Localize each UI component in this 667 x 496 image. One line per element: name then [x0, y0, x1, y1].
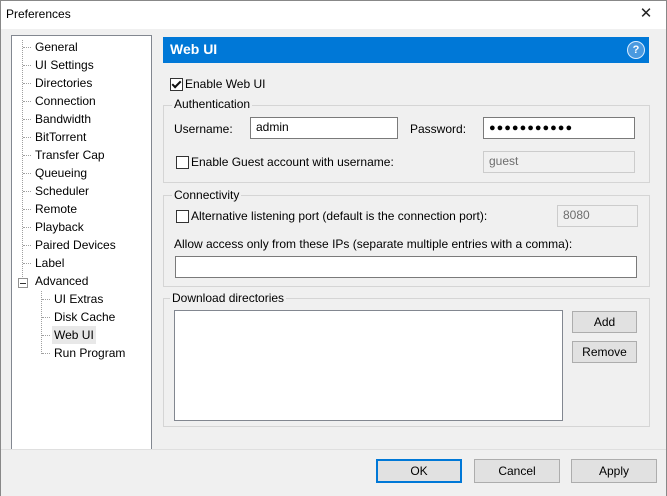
download-directories-list[interactable] — [174, 310, 563, 421]
guest-account-label[interactable]: Enable Guest account with username: — [191, 155, 394, 169]
tree-line — [42, 335, 50, 336]
tree-line — [23, 191, 31, 192]
tree-line — [23, 83, 31, 84]
tree-line — [23, 227, 31, 228]
password-input[interactable]: ●●●●●●●●●●● — [483, 117, 635, 139]
tree-item-disk-cache[interactable]: Disk Cache — [54, 308, 115, 326]
title-bar: Preferences ✕ — [1, 1, 666, 29]
download-directories-title: Download directories — [170, 291, 287, 305]
tree-line — [23, 119, 31, 120]
tree-item-transfer-cap[interactable]: Transfer Cap — [35, 146, 105, 164]
tree-line — [42, 299, 50, 300]
remove-button[interactable]: Remove — [572, 341, 637, 363]
tree-item-ui-settings[interactable]: UI Settings — [35, 56, 94, 74]
username-input[interactable]: admin — [250, 117, 398, 139]
allow-ips-label: Allow access only from these IPs (separa… — [174, 237, 573, 251]
dialog-footer — [1, 449, 666, 496]
authentication-title: Authentication — [172, 97, 253, 111]
enable-webui-label[interactable]: Enable Web UI — [185, 77, 266, 91]
apply-button[interactable]: Apply — [571, 459, 657, 483]
tree-item-paired-devices[interactable]: Paired Devices — [35, 236, 116, 254]
username-label: Username: — [174, 122, 233, 136]
password-label: Password: — [410, 122, 467, 136]
alt-port-checkbox[interactable] — [176, 210, 189, 223]
tree-line — [23, 137, 31, 138]
tree-line — [42, 353, 50, 354]
tree-item-playback[interactable]: Playback — [35, 218, 84, 236]
tree-line — [23, 173, 31, 174]
tree-line — [23, 155, 31, 156]
add-button[interactable]: Add — [572, 311, 637, 333]
tree-item-ui-extras[interactable]: UI Extras — [54, 290, 103, 308]
tree-item-advanced[interactable]: Advanced — [35, 272, 88, 290]
tree-item-web-ui[interactable]: Web UI — [52, 326, 96, 344]
tree-line — [23, 47, 31, 48]
enable-webui-checkbox[interactable] — [170, 78, 183, 91]
tree-item-label[interactable]: Label — [35, 254, 64, 272]
alt-port-input[interactable]: 8080 — [557, 205, 638, 227]
tree-item-directories[interactable]: Directories — [35, 74, 92, 92]
tree-item-general[interactable]: General — [35, 38, 78, 56]
tree-item-bandwidth[interactable]: Bandwidth — [35, 110, 91, 128]
section-header: Web UI ? — [163, 37, 649, 63]
tree-line — [23, 245, 31, 246]
tree-line — [22, 40, 23, 283]
tree-line — [42, 317, 50, 318]
alt-port-label[interactable]: Alternative listening port (default is t… — [191, 209, 487, 223]
tree-item-bittorrent[interactable]: BitTorrent — [35, 128, 86, 146]
tree-item-remote[interactable]: Remote — [35, 200, 77, 218]
category-tree: General UI Settings Directories Connecti… — [11, 35, 152, 451]
window-title: Preferences — [6, 7, 71, 21]
guest-username-input[interactable]: guest — [483, 151, 635, 173]
guest-account-checkbox[interactable] — [176, 156, 189, 169]
tree-item-run-program[interactable]: Run Program — [54, 344, 125, 362]
ok-button[interactable]: OK — [376, 459, 462, 483]
connectivity-title: Connectivity — [172, 188, 242, 202]
help-icon[interactable]: ? — [627, 41, 645, 59]
tree-line — [23, 101, 31, 102]
tree-item-queueing[interactable]: Queueing — [35, 164, 87, 182]
collapse-icon[interactable] — [18, 278, 28, 288]
tree-line — [23, 65, 31, 66]
close-icon[interactable]: ✕ — [632, 3, 660, 25]
cancel-button[interactable]: Cancel — [474, 459, 560, 483]
preferences-window: Preferences ✕ General UI Settings Direct… — [0, 0, 667, 496]
tree-item-connection[interactable]: Connection — [35, 92, 96, 110]
section-title: Web UI — [170, 41, 218, 57]
tree-item-scheduler[interactable]: Scheduler — [35, 182, 89, 200]
tree-line — [41, 291, 42, 354]
allow-ips-input[interactable] — [175, 256, 637, 278]
tree-line — [23, 209, 31, 210]
tree-line — [23, 263, 31, 264]
